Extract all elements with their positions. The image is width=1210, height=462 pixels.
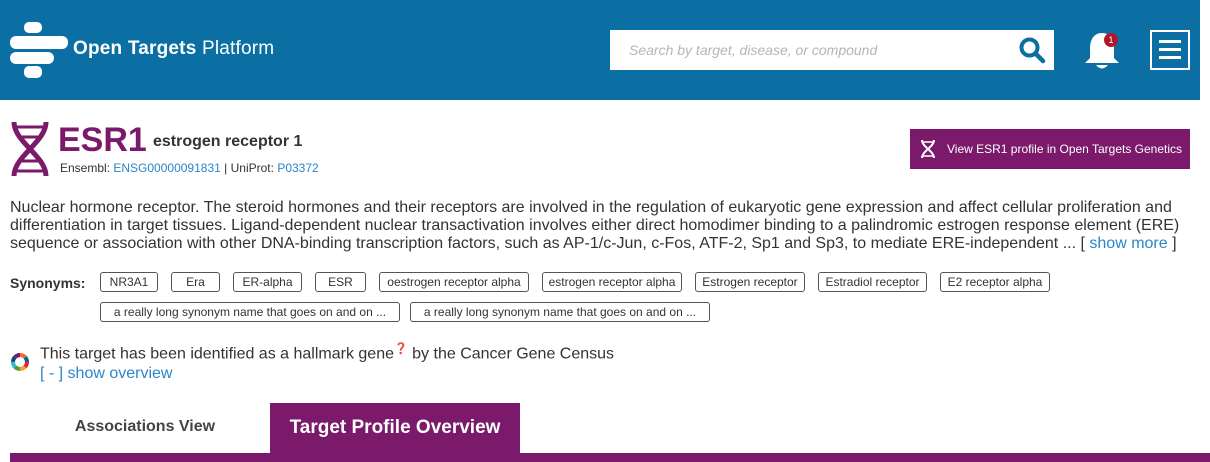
target-full-name: estrogen receptor 1 <box>153 133 303 150</box>
synonym-chip: estrogen receptor alpha <box>542 272 682 292</box>
show-more-link[interactable]: show more <box>1089 235 1167 252</box>
hallmark-statement: This target has been identified as a hal… <box>40 342 614 363</box>
tab-underline-bar <box>10 453 1210 462</box>
hallmark-text: by the Cancer Gene Census <box>412 345 615 363</box>
synonym-chip: ESR <box>315 272 366 292</box>
view-genetics-profile-button[interactable]: View ESR1 profile in Open Targets Geneti… <box>910 129 1190 169</box>
dna-icon <box>11 121 49 177</box>
description-text: Nuclear hormone receptor. The steroid ho… <box>10 199 1180 252</box>
help-icon[interactable]: ❓ <box>394 343 408 355</box>
synonym-chip: a really long synonym name that goes on … <box>410 302 710 322</box>
synonyms-label: Synonyms: <box>10 275 86 291</box>
search-icon[interactable] <box>1018 36 1046 64</box>
menu-bar <box>1159 40 1181 43</box>
synonym-chip: NR3A1 <box>100 272 158 292</box>
dna-icon <box>921 139 935 159</box>
search-box <box>610 30 1054 70</box>
synonym-chip: ER-alpha <box>233 272 302 292</box>
id-separator: | <box>224 161 228 175</box>
tab-associations-view[interactable]: Associations View <box>20 403 270 450</box>
bracket: ] <box>1172 235 1177 252</box>
search-input[interactable] <box>610 30 1010 70</box>
target-description: Nuclear hormone receptor. The steroid ho… <box>10 199 1200 253</box>
notification-badge: 1 <box>1104 33 1118 47</box>
hallmark-text: This target has been identified as a hal… <box>40 345 394 363</box>
genetics-button-label: View ESR1 profile in Open Targets Geneti… <box>947 142 1183 156</box>
tab-target-profile-overview[interactable]: Target Profile Overview <box>270 403 520 453</box>
target-identifiers: Ensembl: ENSG00000091831 | UniProt: P033… <box>60 161 319 175</box>
menu-bar <box>1159 56 1181 59</box>
show-overview-link[interactable]: [ - ] show overview <box>40 365 172 383</box>
synonym-chip: Era <box>171 272 220 292</box>
uniprot-label: UniProt: <box>230 161 274 175</box>
cancer-gene-census-icon <box>11 353 29 371</box>
synonym-chip: oestrogen receptor alpha <box>379 272 529 292</box>
synonym-chip: E2 receptor alpha <box>940 272 1050 292</box>
synonym-chip: a really long synonym name that goes on … <box>100 302 400 322</box>
target-symbol: ESR1 <box>58 121 147 159</box>
uniprot-link[interactable]: P03372 <box>277 161 318 175</box>
menu-bar <box>1159 48 1181 51</box>
brand-name[interactable]: Open Targets Platform <box>73 38 274 60</box>
ensembl-link[interactable]: ENSG00000091831 <box>113 161 220 175</box>
ensembl-label: Ensembl: <box>60 161 111 175</box>
top-navbar: Open Targets Platform 1 <box>0 0 1200 100</box>
open-targets-logo-icon[interactable] <box>10 22 70 78</box>
menu-button[interactable] <box>1150 30 1190 70</box>
synonym-chip: Estradiol receptor <box>818 272 927 292</box>
synonym-chip: Estrogen receptor <box>695 272 805 292</box>
bracket: [ <box>1080 235 1085 252</box>
